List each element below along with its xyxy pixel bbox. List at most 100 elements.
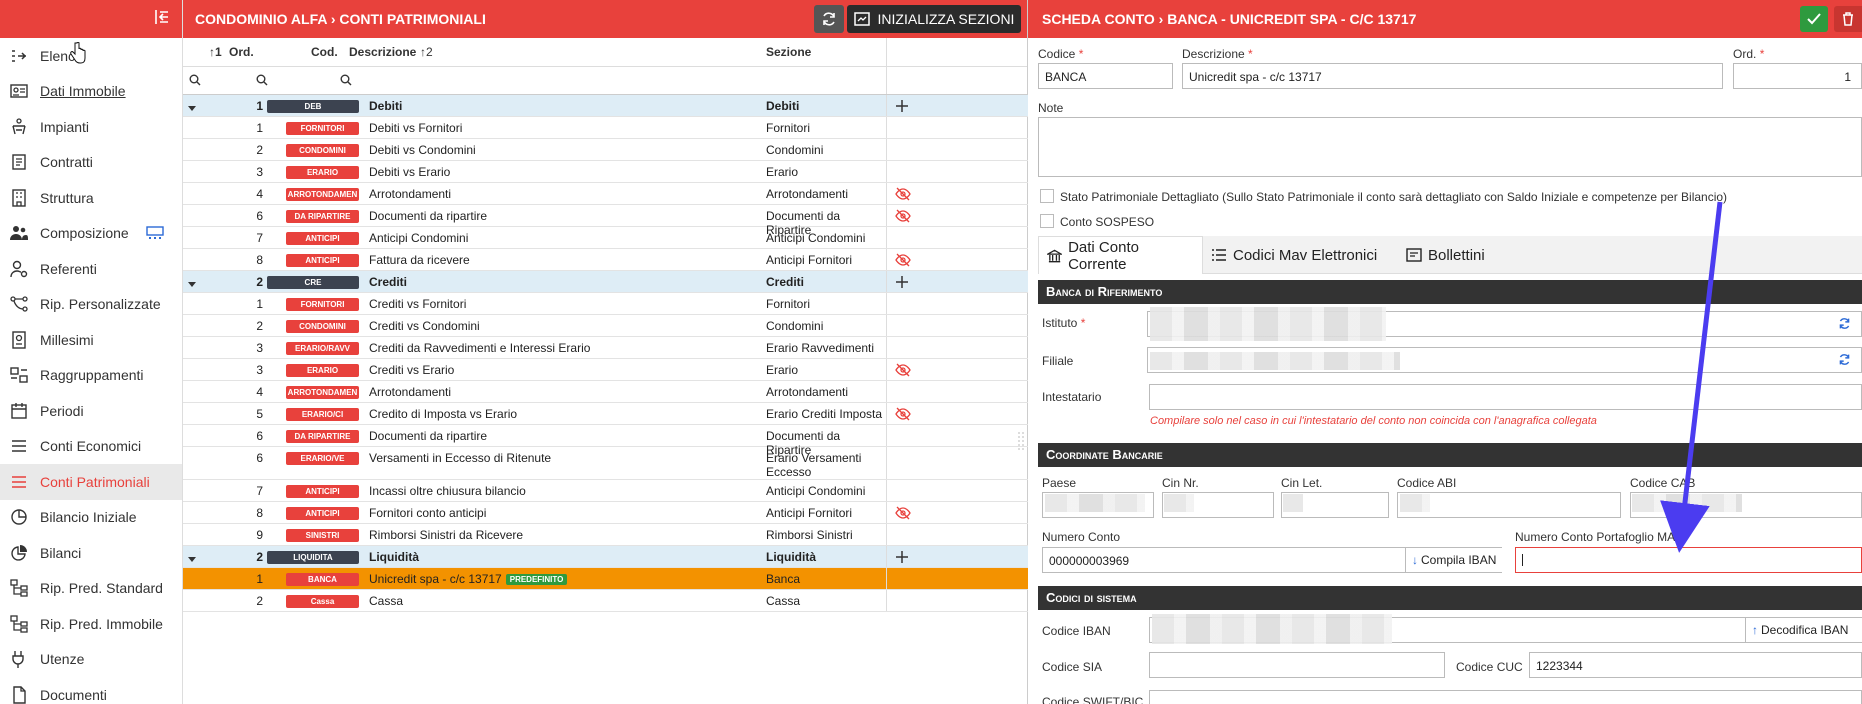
sidebar-item-referenti[interactable]: Referenti	[0, 251, 182, 287]
table-row[interactable]: 3 ERARIO Crediti vs Erario Erario	[183, 359, 1028, 381]
sidebar-item-documenti[interactable]: Documenti	[0, 677, 182, 704]
cell-desc: Fattura da ricevere	[369, 253, 470, 267]
code-badge: DA RIPARTIRE	[286, 430, 359, 443]
ord-sort-indicator[interactable]: ↑1	[209, 45, 222, 59]
sez-column-header[interactable]: Sezione	[766, 45, 811, 59]
sidebar-item-bilanci[interactable]: Bilanci	[0, 535, 182, 571]
sidebar-item-periodi[interactable]: Periodi	[0, 393, 182, 429]
sidebar-item-label: Struttura	[40, 189, 94, 206]
delete-button[interactable]	[1834, 6, 1862, 32]
table-row[interactable]: 8 ANTICIPI Fattura da ricevere Anticipi For…	[183, 249, 1028, 271]
column-divider	[886, 293, 887, 314]
sidebar-item-label: Millesimi	[40, 331, 94, 348]
sidebar-item-rip-pred-immobile[interactable]: Rip. Pred. Immobile	[0, 606, 182, 642]
column-divider	[886, 546, 887, 567]
table-row[interactable]: 6 DA RIPARTIRE Documenti da ripartire Docum…	[183, 425, 1028, 457]
table-row[interactable]: 1 BANCA Unicredit spa - c/c 13717 PREDEFINI…	[183, 568, 1028, 590]
building-icon	[10, 189, 28, 207]
table-row[interactable]: 7 ANTICIPI Incassi oltre chiusura bilancio…	[183, 480, 1028, 502]
cell-sezione: Banca	[766, 572, 801, 586]
table-row[interactable]: 8 ANTICIPI Fornitori conto anticipi Anticip…	[183, 502, 1028, 524]
table-row[interactable]: 6 ERARIO/VE Versamenti in Eccesso di Riten…	[183, 447, 1028, 480]
cell-sezione: Anticipi Condomini	[766, 231, 866, 245]
sidebar-item-raggruppamenti[interactable]: Raggruppamenti	[0, 358, 182, 394]
table-row[interactable]: 4 ARROTONDAMEN Arrotondamenti Arrotondament…	[183, 381, 1028, 403]
table-row[interactable]: 7 ANTICIPI Anticipi Condomini Anticipi Cond…	[183, 227, 1028, 249]
sidebar-item-elenco[interactable]: Elenco	[0, 38, 182, 74]
search-icon[interactable]	[189, 74, 203, 88]
collapse-sidebar-icon[interactable]	[154, 9, 172, 27]
sidebar-item-utenze[interactable]: Utenze	[0, 642, 182, 678]
sidebar-item-rip-personalizzate[interactable]: Rip. Personalizzate	[0, 287, 182, 323]
group-row[interactable]: 2 CRE Crediti Crediti	[183, 271, 1028, 293]
table-row[interactable]: 2 CONDOMINI Debiti vs Condomini Condomini	[183, 139, 1028, 161]
cell-desc: Crediti	[369, 275, 408, 289]
table-row[interactable]: 9 SINISTRI Rimborsi Sinistri da Ricevere Ri…	[183, 524, 1028, 546]
cell-ord: 1	[256, 297, 263, 311]
cell-ord: 6	[256, 451, 263, 465]
cell-desc: Anticipi Condomini	[369, 231, 469, 245]
hidden-eye-icon[interactable]	[895, 253, 911, 267]
sidebar-item-rip-pred-standard[interactable]: Rip. Pred. Standard	[0, 571, 182, 607]
table-row[interactable]: 5 ERARIO/CI Credito di Imposta vs Erario Er…	[183, 403, 1028, 425]
table-row[interactable]: 1 FORNITORI Debiti vs Fornitori Fornitori	[183, 117, 1028, 139]
table-row[interactable]: 3 ERARIO Debiti vs Erario Erario	[183, 161, 1028, 183]
column-divider	[886, 161, 887, 182]
sidebar-item-impianti[interactable]: Impianti	[0, 109, 182, 145]
sidebar-item-label: Dati Immobile	[40, 83, 126, 100]
sidebar-item-millesimi[interactable]: Millesimi	[0, 322, 182, 358]
sidebar-item-conti-patrimoniali[interactable]: Conti Patrimoniali	[0, 464, 182, 500]
sidebar-item-composizione[interactable]: Composizione	[0, 216, 182, 252]
search-icon[interactable]	[256, 74, 270, 88]
sidebar-item-conti-economici[interactable]: Conti Economici	[0, 429, 182, 465]
table-row[interactable]: 3 ERARIO/RAVV Crediti da Ravvedimenti e In…	[183, 337, 1028, 359]
add-icon[interactable]	[895, 99, 909, 113]
caret-down-icon[interactable]	[188, 277, 198, 287]
cell-sezione: Cassa	[766, 594, 801, 608]
table-row[interactable]: 1 FORNITORI Crediti vs Fornitori Fornitori	[183, 293, 1028, 315]
init-sections-button[interactable]: INIZIALIZZA SEZIONI	[847, 5, 1021, 33]
panel-splitter-handle[interactable]	[1017, 430, 1025, 452]
code-badge: SINISTRI	[286, 529, 359, 542]
hidden-eye-icon[interactable]	[895, 363, 911, 377]
sidebar-item-dati-immobile[interactable]: Dati Immobile	[0, 74, 182, 110]
cell-desc: Crediti vs Fornitori	[369, 297, 467, 311]
sidebar-item-struttura[interactable]: Struttura	[0, 180, 182, 216]
list-login-icon	[10, 47, 28, 65]
page-title: CONDOMINIO ALFA › CONTI PATRIMONIALI	[195, 11, 486, 27]
seat-map-icon[interactable]	[146, 225, 164, 241]
caret-down-icon[interactable]	[188, 101, 198, 111]
pie-icon	[10, 508, 28, 526]
hidden-eye-icon[interactable]	[895, 506, 911, 520]
sidebar-item-contratti[interactable]: Contratti	[0, 145, 182, 181]
refresh-button[interactable]	[814, 5, 844, 33]
descr-column-header[interactable]: Descrizione	[349, 45, 416, 59]
table-row[interactable]: 2 Cassa Cassa Cassa	[183, 590, 1028, 612]
confirm-button[interactable]	[1800, 6, 1828, 32]
cell-sezione: Erario Versamenti Eccesso	[766, 451, 862, 479]
ord-column-header[interactable]: Ord.	[229, 45, 254, 59]
code-badge: CONDOMINI	[286, 320, 359, 333]
code-badge: ANTICIPI	[286, 232, 359, 245]
hidden-eye-icon[interactable]	[895, 187, 911, 201]
hidden-eye-icon[interactable]	[895, 407, 911, 421]
descr-sort-indicator[interactable]: ↑2	[420, 45, 433, 59]
add-icon[interactable]	[895, 550, 909, 564]
hidden-eye-icon[interactable]	[895, 209, 911, 223]
caret-down-icon[interactable]	[188, 552, 198, 562]
sidebar-item-bilancio-iniziale[interactable]: Bilancio Iniziale	[0, 500, 182, 536]
sidebar-item-label: Contratti	[40, 154, 93, 171]
add-icon[interactable]	[895, 275, 909, 289]
cell-sezione: Crediti	[766, 275, 805, 289]
search-icon[interactable]	[340, 74, 354, 88]
table-row[interactable]: 2 CONDOMINI Crediti vs Condomini Condomini	[183, 315, 1028, 337]
cell-ord: 2	[256, 275, 263, 289]
code-badge: FORNITORI	[286, 298, 359, 311]
sidebar-nav: Elenco Dati Immobile Impianti Contratti Stru…	[0, 38, 182, 704]
cod-column-header[interactable]: Cod.	[311, 45, 338, 59]
table-row[interactable]: 4 ARROTONDAMEN Arrotondamenti Arrotondament…	[183, 183, 1028, 205]
cell-sezione: Erario Ravvedimenti	[766, 341, 875, 355]
group-row[interactable]: 1 DEB Debiti Debiti	[183, 95, 1028, 117]
group-row[interactable]: 2 LIQUIDITA Liquidità Liquidità	[183, 546, 1028, 568]
table-row[interactable]: 6 DA RIPARTIRE Documenti da ripartire Docum…	[183, 205, 1028, 237]
